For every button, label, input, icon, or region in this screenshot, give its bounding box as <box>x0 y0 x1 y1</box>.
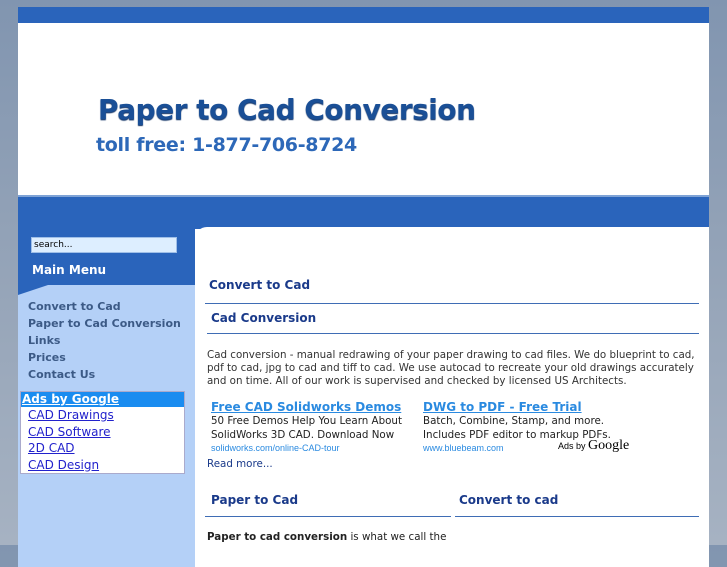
read-more-link[interactable]: Read more... <box>207 458 273 470</box>
ad-line: Batch, Combine, Stamp, and more. <box>423 415 605 427</box>
heading-convert-to-cad-2[interactable]: Convert to cad <box>459 493 558 507</box>
ads-by-google-heading[interactable]: Ads by Google <box>21 392 184 407</box>
menu-item-links[interactable]: Links <box>28 332 181 349</box>
search-input[interactable] <box>31 237 177 253</box>
bold-term: Paper to cad conversion <box>207 531 348 543</box>
ad-title[interactable]: Free CAD Solidworks Demos <box>211 400 402 415</box>
ads-by-text: Ads by <box>558 441 586 451</box>
divider <box>205 303 699 304</box>
header-banner: Paper to Cad Conversion toll free: 1-877… <box>18 23 709 195</box>
menu-item-prices[interactable]: Prices <box>28 349 181 366</box>
heading-convert-to-cad[interactable]: Convert to Cad <box>209 278 310 292</box>
heading-paper-to-cad[interactable]: Paper to Cad <box>211 493 298 507</box>
ad-url[interactable]: solidworks.com/online-CAD-tour <box>211 442 402 456</box>
phone-number: toll free: 1-877-706-8724 <box>96 134 357 156</box>
menu-item-contact-us[interactable]: Contact Us <box>28 366 181 383</box>
paper-to-cad-paragraph: Paper to cad conversion is what we call … <box>207 531 446 543</box>
text-ad: Free CAD Solidworks Demos 50 Free Demos … <box>211 400 402 456</box>
sidebar-notch <box>18 285 48 295</box>
sidebar: Main Menu Convert to Cad Paper to Cad Co… <box>18 227 195 567</box>
ads-by-google-label[interactable]: Ads by Google <box>558 438 629 454</box>
nav-band <box>18 195 709 229</box>
intro-paragraph: Cad conversion - manual redrawing of you… <box>207 349 695 387</box>
divider <box>207 333 699 334</box>
ad-line: 50 Free Demos Help You Learn About <box>211 415 402 427</box>
main-content: Convert to Cad Cad Conversion Cad conver… <box>195 227 709 567</box>
menu-item-paper-to-cad-conversion[interactable]: Paper to Cad Conversion <box>28 315 181 332</box>
heading-cad-conversion[interactable]: Cad Conversion <box>211 311 316 325</box>
top-bar <box>18 7 709 23</box>
ad-link-cad-drawings[interactable]: CAD Drawings <box>21 407 184 424</box>
ad-link-cad-design[interactable]: CAD Design <box>21 457 184 474</box>
paragraph-text: is what we call the <box>347 531 447 543</box>
divider <box>455 516 699 517</box>
ad-link-cad-software[interactable]: CAD Software <box>21 424 184 441</box>
sidebar-ads: Ads by Google CAD Drawings CAD Software … <box>20 391 185 474</box>
ad-title[interactable]: DWG to PDF - Free Trial <box>423 400 611 415</box>
divider <box>205 516 451 517</box>
site-title: Paper to Cad Conversion <box>98 93 476 126</box>
sidebar-header: Main Menu <box>18 227 195 285</box>
ad-link-2d-cad[interactable]: 2D CAD <box>21 440 184 457</box>
google-logo: Google <box>588 438 630 453</box>
page: Paper to Cad Conversion toll free: 1-877… <box>18 7 709 567</box>
menu-item-convert-to-cad[interactable]: Convert to Cad <box>28 298 181 315</box>
ad-line: SolidWorks 3D CAD. Download Now <box>211 428 395 441</box>
main-menu-heading: Main Menu <box>32 263 107 277</box>
main-menu: Convert to Cad Paper to Cad Conversion L… <box>28 298 181 383</box>
